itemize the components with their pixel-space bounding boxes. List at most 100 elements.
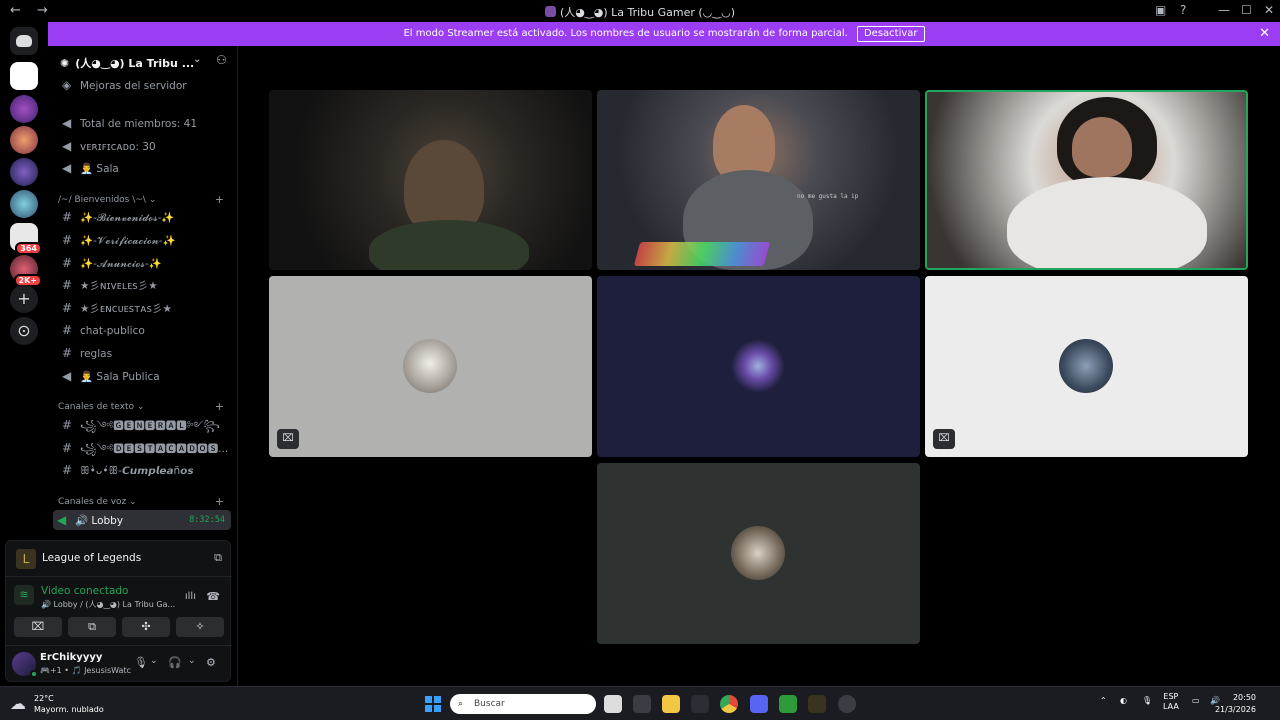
search-icon: ⌕: [458, 699, 464, 709]
file-explorer-icon[interactable]: [662, 695, 680, 713]
store-icon[interactable]: [691, 695, 709, 713]
close-window-icon[interactable]: ✕: [1264, 3, 1274, 17]
language-indicator[interactable]: ESP LAA: [1163, 692, 1179, 712]
server-icon-3[interactable]: [10, 158, 38, 186]
channel-verificacion[interactable]: # ✨-𝓥𝓮𝓻𝓲𝓯𝓲𝓬𝓪𝓬𝓲𝓸𝓷-✨: [58, 230, 230, 250]
channel-encuestas[interactable]: # ★彡ᴇɴᴄᴜᴇꜱᴛᴀꜱ彡★: [58, 298, 230, 318]
user-panel: L League of Legends ⧉ ≋ Video conectado …: [5, 540, 232, 682]
task-view-icon[interactable]: [604, 695, 622, 713]
chevron-down-icon[interactable]: ⌄: [150, 656, 158, 666]
add-channel-icon[interactable]: +: [215, 193, 224, 207]
participant-tile-knight[interactable]: ⌧: [925, 276, 1248, 457]
camera-off-button[interactable]: ⌧: [14, 617, 62, 637]
inbox-icon[interactable]: ▣: [1155, 3, 1166, 17]
server-icon-4[interactable]: [10, 190, 38, 218]
text-channel-icon: #: [62, 301, 73, 315]
tray-app-icon[interactable]: ◐: [1120, 696, 1127, 705]
notification-badge: 364: [15, 242, 42, 255]
channel-reglas[interactable]: # reglas: [58, 343, 230, 363]
microphone-icon[interactable]: 🎙: [134, 656, 148, 669]
chevron-up-icon[interactable]: ⌃: [1100, 696, 1107, 705]
participant-tile-wings[interactable]: [597, 276, 920, 457]
discord-taskbar-icon[interactable]: [750, 695, 768, 713]
windows-start-icon[interactable]: [425, 696, 441, 712]
text-channel-icon: #: [62, 463, 73, 477]
server-boost-item[interactable]: ◈ Mejoras del servidor: [58, 75, 230, 95]
category-text[interactable]: Canales de texto ⌄ +: [58, 400, 230, 414]
soundboard-button[interactable]: ✧: [176, 617, 224, 637]
chrome-icon[interactable]: [720, 695, 738, 713]
activity-bar[interactable]: L League of Legends ⧉: [6, 541, 232, 577]
microphone-tray-icon[interactable]: 🎙: [1142, 696, 1152, 705]
server-header[interactable]: ✺ (人◕‿◕) La Tribu ... ⌄ ⚇: [48, 46, 238, 78]
search-input[interactable]: ⌕ Buscar: [450, 694, 596, 714]
explore-servers-icon[interactable]: ⊙: [10, 317, 38, 345]
add-channel-icon[interactable]: +: [215, 495, 224, 509]
server-icon-5[interactable]: 364: [10, 223, 42, 255]
camera-off-icon: ⌧: [277, 429, 299, 449]
voice-status[interactable]: Video conectado: [41, 585, 128, 597]
screen-share-button[interactable]: ⧉: [68, 617, 116, 637]
headphones-icon[interactable]: 🎧: [168, 656, 182, 669]
channel-name: ᴠᴇʀɪꜰɪᴄᴀᴅᴏ: 30: [80, 141, 156, 153]
settings-gear-icon[interactable]: ⚙: [206, 656, 216, 669]
video-tile-3[interactable]: [925, 90, 1248, 270]
channel-name: Total de miembros: 41: [80, 118, 198, 130]
weather-temp: 22°C: [34, 694, 54, 703]
channel-total-members[interactable]: ◀ Total de miembros: 41: [58, 113, 230, 133]
close-banner-icon[interactable]: ✕: [1259, 22, 1270, 46]
participant-video: [1072, 117, 1132, 177]
channel-sala[interactable]: ◀ 👨‍💼 Sala: [58, 158, 230, 178]
maximize-icon[interactable]: ☐: [1241, 3, 1252, 17]
username[interactable]: ErChikyyyy: [40, 652, 102, 663]
league-taskbar-icon[interactable]: [808, 695, 826, 713]
channel-name: ✨-𝓐𝓷𝓾𝓷𝓬𝓲𝓸𝓼-✨: [80, 258, 162, 270]
xbox-icon[interactable]: [779, 695, 797, 713]
clock-date: 21/3/2026: [1214, 705, 1256, 714]
signal-icon[interactable]: ≋: [14, 585, 34, 605]
video-tile-1[interactable]: [269, 90, 592, 270]
add-server-icon[interactable]: +: [10, 285, 38, 313]
voice-actions: ⌧ ⧉ ✣ ✧: [14, 617, 224, 637]
channel-name: ★彡ɴɪᴠᴇʟᴇꜱ彡★: [80, 280, 158, 292]
channel-name: 👨‍💼 Sala: [80, 163, 119, 175]
noise-suppression-icon[interactable]: ıllı: [185, 591, 196, 602]
channel-name: ꧁༺🅳🅴🆂🆃🅰🅲🅰🅳🅾🆂...: [80, 443, 229, 455]
channel-sala-publica[interactable]: ◀ 👨‍💼 Sala Publica: [58, 366, 230, 386]
window-title: (人◕‿◕) La Tribu Gamer (◡‿◡): [0, 4, 1280, 20]
deactivate-button[interactable]: Desactivar: [856, 26, 925, 42]
channel-bienvenidos[interactable]: # ✨-𝓑𝓲𝓮𝓷𝓿𝓮𝓷𝓲𝓭𝓸𝓼-✨: [58, 207, 230, 227]
server-icon-tribu[interactable]: [10, 95, 38, 123]
channel-verified[interactable]: ◀ ᴠᴇʀɪꜰɪᴄᴀᴅᴏ: 30: [58, 136, 230, 156]
share-screen-icon[interactable]: ⧉: [214, 551, 222, 565]
server-icon-6[interactable]: 2K+: [10, 255, 42, 287]
server-icon-gamer[interactable]: [10, 62, 38, 90]
clock[interactable]: 20:50 21/3/2026: [1215, 692, 1256, 716]
category-welcome[interactable]: /~/ Bienvenidos \~\ ⌄ +: [58, 193, 230, 207]
participant-tile-wolf[interactable]: [597, 463, 920, 644]
add-channel-icon[interactable]: +: [215, 400, 224, 414]
server-icon-2[interactable]: [10, 126, 38, 154]
network-icon[interactable]: ▭: [1192, 696, 1200, 705]
server-settings-icon: ✺: [60, 57, 70, 70]
participant-tile-cat[interactable]: ⌧: [269, 276, 592, 457]
league-of-legends-icon: L: [16, 549, 36, 569]
channel-chat-publico[interactable]: # chat-publico: [58, 320, 230, 340]
app-icon-1[interactable]: [633, 695, 651, 713]
discord-home-icon[interactable]: [10, 27, 38, 55]
activities-button[interactable]: ✣: [122, 617, 170, 637]
channel-anuncios[interactable]: # ✨-𝓐𝓷𝓾𝓷𝓬𝓲𝓸𝓼-✨: [58, 253, 230, 273]
channel-general[interactable]: # ꧁༺🅶🅴🅽🅴🆁🅰🅻༻꧂: [58, 415, 230, 435]
help-icon[interactable]: ?: [1180, 3, 1186, 17]
channel-lobby[interactable]: ◀ 🔊 Lobby 8:32:54: [53, 510, 231, 530]
chevron-down-icon[interactable]: ⌄: [188, 656, 196, 666]
channel-niveles[interactable]: # ★彡ɴɪᴠᴇʟᴇꜱ彡★: [58, 275, 230, 295]
app-icon-2[interactable]: [838, 695, 856, 713]
invite-people-icon[interactable]: ⚇: [216, 53, 227, 67]
channel-destacados[interactable]: # ꧁༺🅳🅴🆂🆃🅰🅲🅰🅳🅾🆂...: [58, 438, 230, 458]
channel-cumpleanos[interactable]: # ꕥ•̀ᴗ•́ꕥ-𝘾𝙪𝙢𝙥𝙡𝙚𝙖ñ𝙤𝙨: [58, 460, 230, 480]
video-tile-2[interactable]: no me gusta la ip: [597, 90, 920, 270]
disconnect-icon[interactable]: ☎: [206, 590, 220, 603]
minimize-icon[interactable]: —: [1218, 3, 1230, 17]
category-voice[interactable]: Canales de voz ⌄ +: [58, 495, 230, 509]
